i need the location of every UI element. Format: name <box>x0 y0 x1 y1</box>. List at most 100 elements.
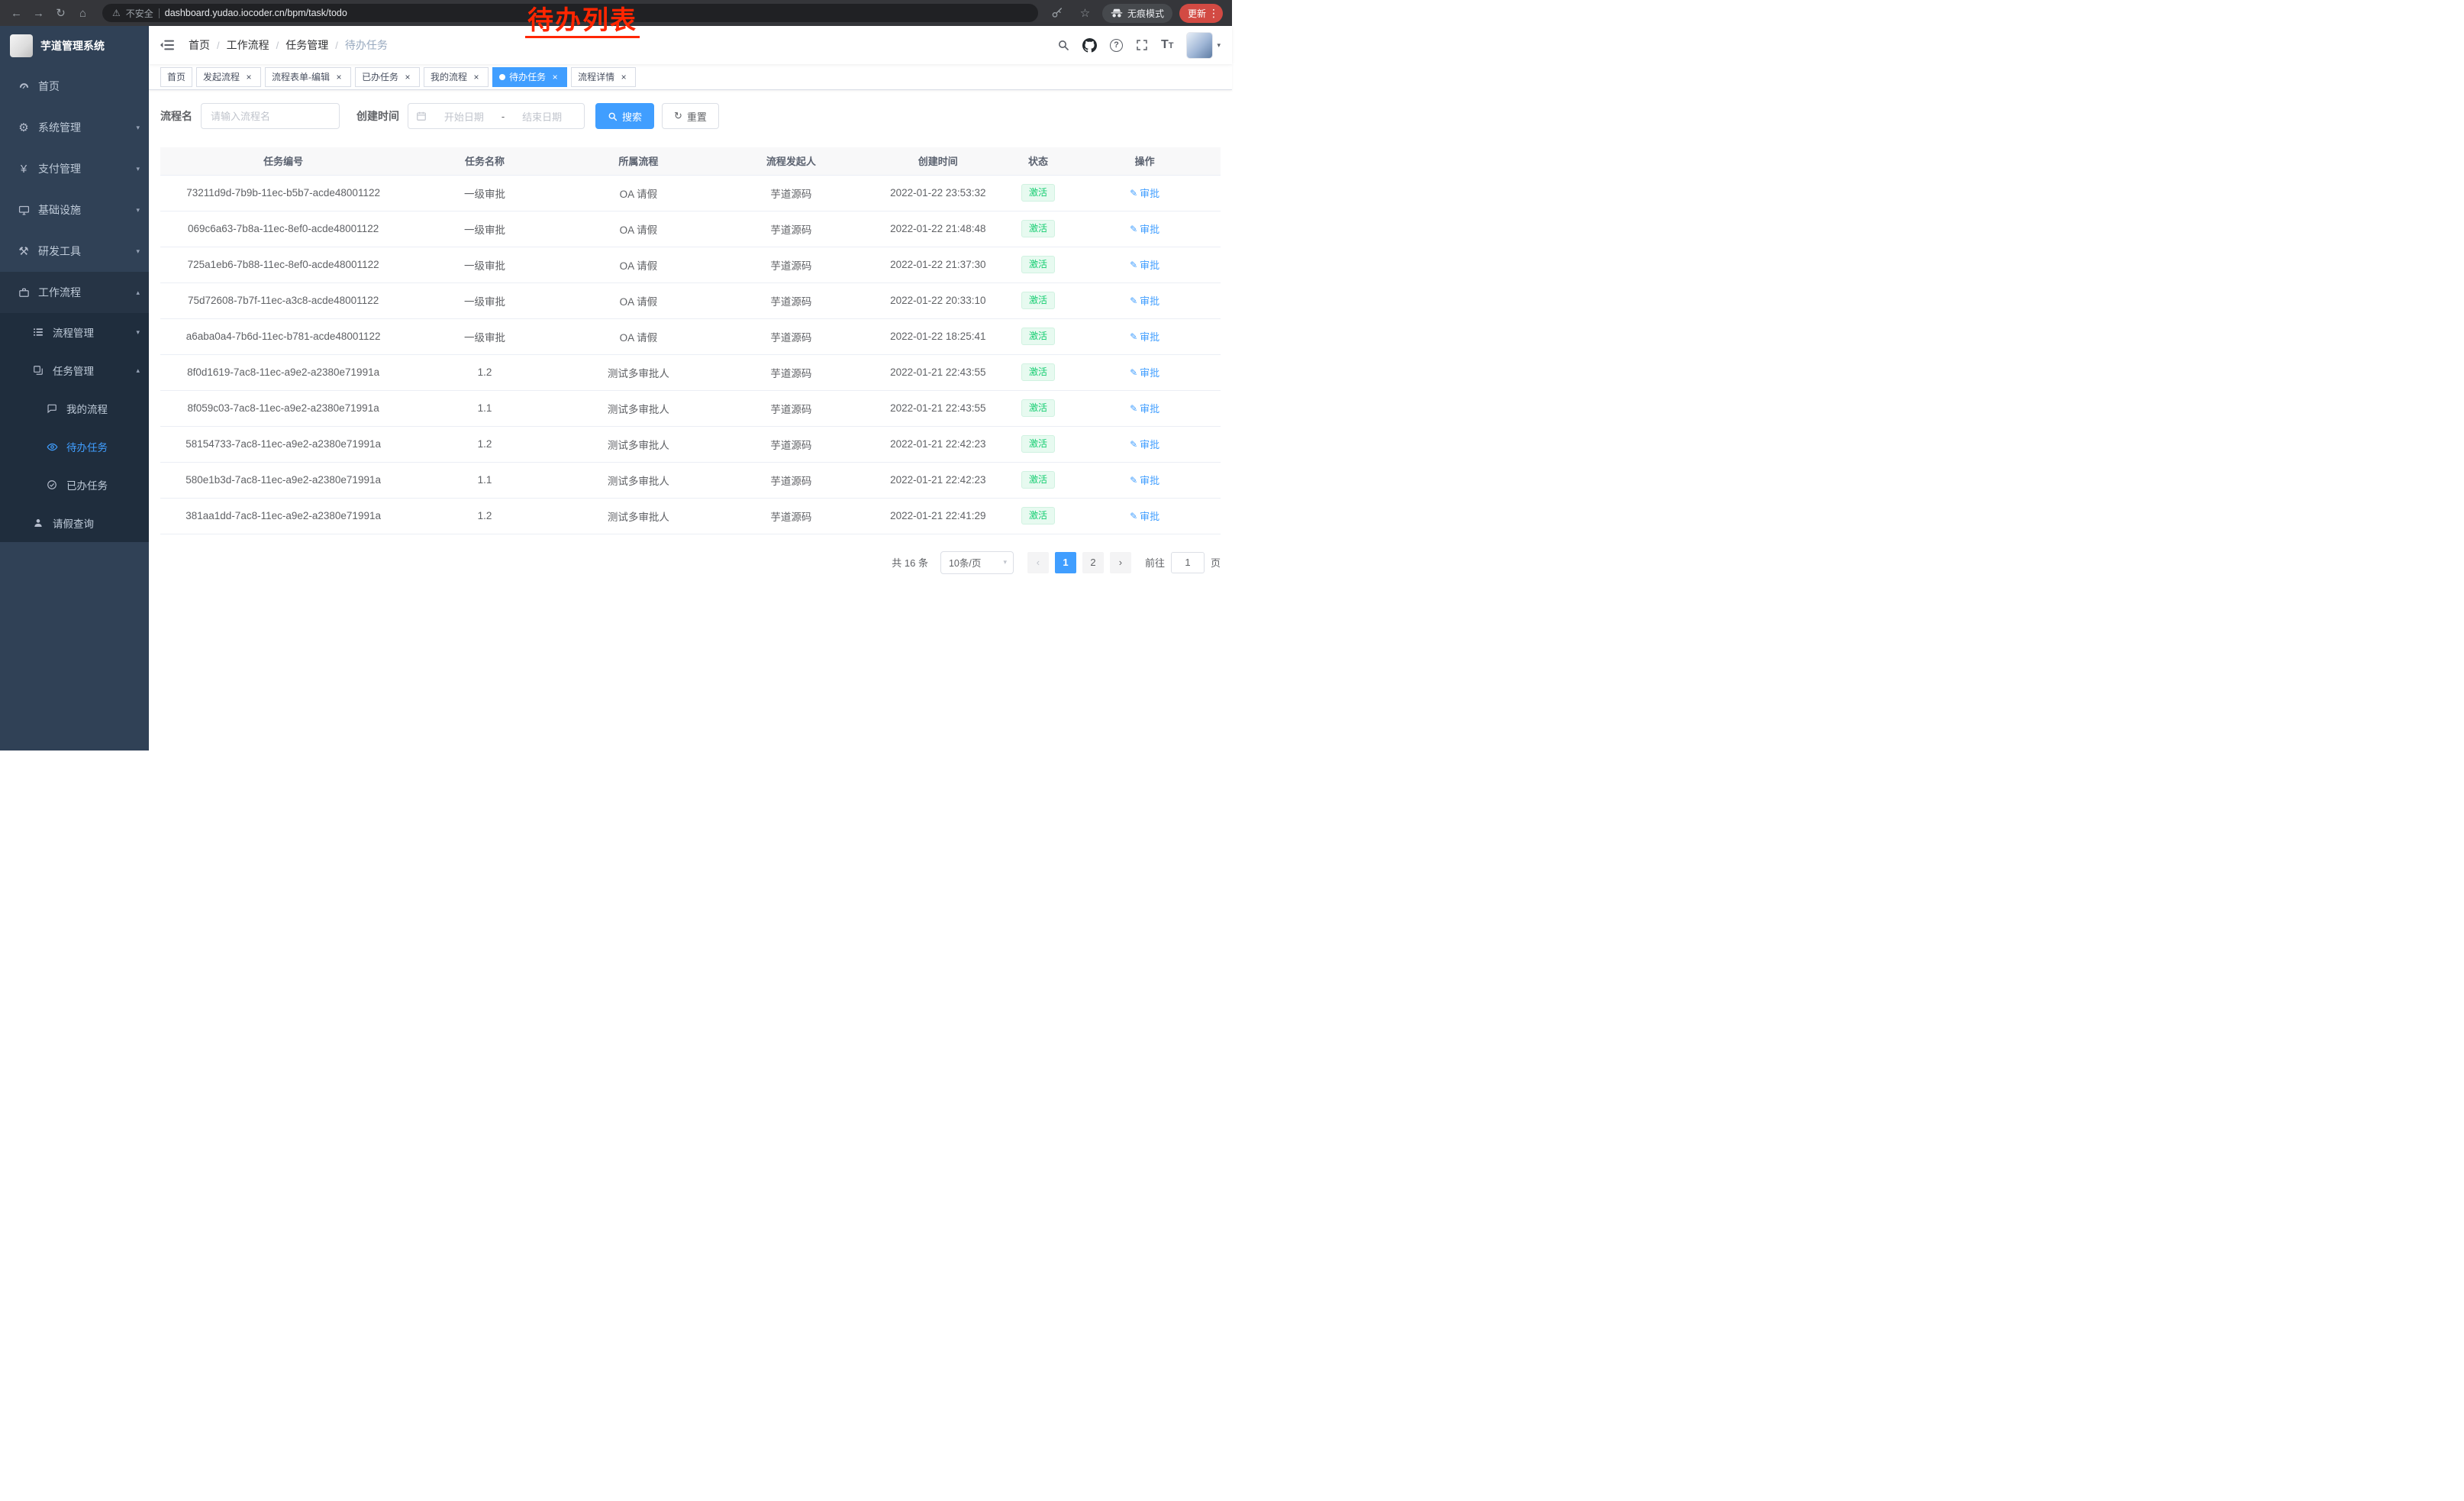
sidebar-item-devtools[interactable]: ⚒ 研发工具 ▾ <box>0 231 149 272</box>
star-icon[interactable]: ☆ <box>1075 3 1095 23</box>
cell-process: 测试多审批人 <box>563 426 714 462</box>
tab-start-process[interactable]: 发起流程 × <box>196 67 261 87</box>
cell-status: 激活 <box>1008 247 1069 282</box>
logo[interactable]: 芋道管理系统 <box>0 26 149 66</box>
edit-icon: ✎ <box>1130 511 1137 521</box>
sidebar-item-workflow[interactable]: 工作流程 ▴ <box>0 272 149 313</box>
column-header-status: 状态 <box>1008 147 1069 175</box>
sidebar: 芋道管理系统 首页 ⚙ 系统管理 ▾ ¥ 支付管理 ▾ <box>0 26 149 750</box>
search-button[interactable]: 搜索 <box>595 103 654 129</box>
back-icon[interactable]: ← <box>6 3 27 23</box>
home-icon[interactable]: ⌂ <box>73 3 93 23</box>
sidebar-menu: 首页 ⚙ 系统管理 ▾ ¥ 支付管理 ▾ 基础设施 ▾ ⚒ 研发工具 <box>0 66 149 542</box>
sidebar-item-payment[interactable]: ¥ 支付管理 ▾ <box>0 148 149 189</box>
sidebar-item-system[interactable]: ⚙ 系统管理 ▾ <box>0 107 149 148</box>
font-size-icon[interactable]: TT <box>1161 39 1174 51</box>
sidebar-toggle-icon[interactable] <box>160 39 177 51</box>
help-icon[interactable]: ? <box>1110 39 1123 52</box>
edit-icon: ✎ <box>1130 331 1137 342</box>
cell-initiator: 芋道源码 <box>714 211 869 247</box>
reset-button[interactable]: ↻ 重置 <box>662 103 719 129</box>
security-label[interactable]: 不安全 <box>126 7 153 20</box>
url-text[interactable]: dashboard.yudao.iocoder.cn/bpm/task/todo <box>165 8 347 18</box>
navbar: 首页 / 工作流程 / 任务管理 / 待办任务 ? TT <box>149 26 1232 64</box>
breadcrumb-workflow[interactable]: 工作流程 <box>227 37 269 53</box>
next-page-button[interactable]: › <box>1110 552 1131 573</box>
forward-icon[interactable]: → <box>28 3 49 23</box>
sidebar-item-done-task[interactable]: 已办任务 <box>0 466 149 504</box>
sidebar-item-todo-task[interactable]: 待办任务 <box>0 428 149 466</box>
sidebar-item-label: 基础设施 <box>38 202 131 218</box>
approve-link[interactable]: ✎审批 <box>1130 221 1159 236</box>
close-icon[interactable]: × <box>471 72 482 82</box>
logo-image <box>10 34 33 57</box>
approve-link[interactable]: ✎审批 <box>1130 401 1159 415</box>
tab-process-detail[interactable]: 流程详情 × <box>571 67 636 87</box>
page-button-2[interactable]: 2 <box>1082 552 1104 573</box>
key-icon[interactable] <box>1047 3 1068 23</box>
goto-page-input[interactable] <box>1171 552 1205 573</box>
sidebar-item-process-management[interactable]: 流程管理 ▾ <box>0 313 149 351</box>
breadcrumb-task-management[interactable]: 任务管理 <box>285 37 328 53</box>
date-range-picker[interactable]: 开始日期 - 结束日期 <box>408 103 585 129</box>
sidebar-item-leave-query[interactable]: 请假查询 <box>0 504 149 542</box>
sidebar-item-task-management[interactable]: 任务管理 ▴ <box>0 351 149 389</box>
approve-link[interactable]: ✎审批 <box>1130 329 1159 344</box>
end-date-placeholder[interactable]: 结束日期 <box>508 109 576 124</box>
close-icon[interactable]: × <box>550 72 560 82</box>
close-icon[interactable]: × <box>402 72 413 82</box>
todo-task-table: 任务编号 任务名称 所属流程 流程发起人 创建时间 状态 操作 73211d9d… <box>160 147 1221 534</box>
page-size-select[interactable]: 10条/页 ▾ <box>940 551 1014 574</box>
cell-initiator: 芋道源码 <box>714 498 869 534</box>
reload-icon[interactable]: ↻ <box>50 3 71 23</box>
page-button-1[interactable]: 1 <box>1055 552 1076 573</box>
cell-process: OA 请假 <box>563 211 714 247</box>
cell-status: 激活 <box>1008 354 1069 390</box>
cell-status: 激活 <box>1008 390 1069 426</box>
tab-my-process[interactable]: 我的流程 × <box>424 67 489 87</box>
close-icon[interactable]: × <box>334 72 344 82</box>
approve-link[interactable]: ✎审批 <box>1130 508 1159 523</box>
cell-status: 激活 <box>1008 426 1069 462</box>
sidebar-item-infrastructure[interactable]: 基础设施 ▾ <box>0 189 149 231</box>
status-badge: 激活 <box>1021 184 1055 202</box>
breadcrumb-home[interactable]: 首页 <box>189 37 210 53</box>
process-name-input[interactable] <box>201 103 340 129</box>
user-menu[interactable]: ▾ <box>1186 32 1221 59</box>
fullscreen-icon[interactable] <box>1136 39 1148 51</box>
sidebar-item-home[interactable]: 首页 <box>0 66 149 107</box>
close-icon[interactable]: × <box>618 72 629 82</box>
table-row: 8f059c03-7ac8-11ec-a9e2-a2380e71991a 1.1… <box>160 390 1221 426</box>
page-content: 流程名 创建时间 开始日期 - 结束日期 搜索 <box>149 90 1232 750</box>
approve-link[interactable]: ✎审批 <box>1130 257 1159 272</box>
approve-link[interactable]: ✎审批 <box>1130 365 1159 379</box>
tab-home[interactable]: 首页 <box>160 67 192 87</box>
avatar[interactable] <box>1186 32 1213 59</box>
close-icon[interactable]: × <box>243 72 254 82</box>
prev-page-button[interactable]: ‹ <box>1027 552 1049 573</box>
chevron-down-icon: ▾ <box>1217 41 1221 50</box>
total-count: 共 16 条 <box>892 555 928 570</box>
cell-task-name: 一级审批 <box>406 175 563 211</box>
approve-link[interactable]: ✎审批 <box>1130 473 1159 487</box>
cell-task-id: 73211d9d-7b9b-11ec-b5b7-acde48001122 <box>160 175 406 211</box>
menu-dots-icon[interactable]: ⋮ <box>1208 7 1219 20</box>
sidebar-item-my-process[interactable]: 我的流程 <box>0 389 149 428</box>
tab-todo-task[interactable]: 待办任务 × <box>492 67 567 87</box>
calendar-icon <box>416 111 427 121</box>
update-button[interactable]: 更新 ⋮ <box>1179 4 1223 23</box>
column-header-created: 创建时间 <box>869 147 1008 175</box>
cell-action: ✎审批 <box>1069 282 1221 318</box>
annotation-text: 待办列表 <box>525 7 640 38</box>
approve-link[interactable]: ✎审批 <box>1130 437 1159 451</box>
start-date-placeholder[interactable]: 开始日期 <box>430 109 498 124</box>
incognito-label: 无痕模式 <box>1127 7 1164 20</box>
cell-task-id: 580e1b3d-7ac8-11ec-a9e2-a2380e71991a <box>160 462 406 498</box>
github-icon[interactable] <box>1082 38 1097 53</box>
approve-link[interactable]: ✎审批 <box>1130 293 1159 308</box>
approve-link[interactable]: ✎审批 <box>1130 186 1159 200</box>
tab-done-task[interactable]: 已办任务 × <box>355 67 420 87</box>
search-icon[interactable] <box>1057 39 1069 51</box>
active-tab-dot <box>499 74 505 80</box>
tab-process-form-edit[interactable]: 流程表单-编辑 × <box>265 67 351 87</box>
